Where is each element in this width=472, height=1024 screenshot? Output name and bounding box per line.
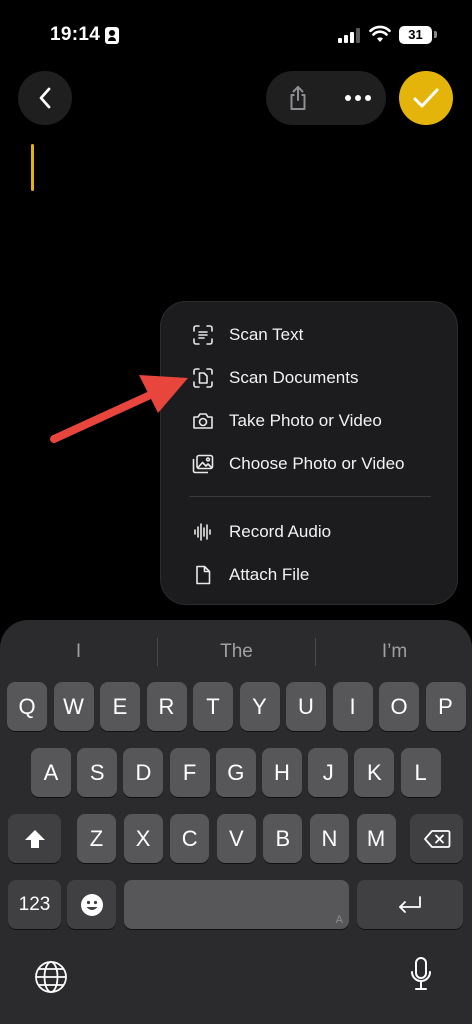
key-i[interactable]: I [332, 682, 373, 731]
suggestion-3[interactable]: I’m [316, 632, 472, 672]
key-e[interactable]: E [100, 682, 140, 731]
microphone-icon[interactable] [410, 956, 432, 992]
key-c[interactable]: C [170, 814, 210, 863]
text-cursor[interactable] [31, 144, 34, 191]
key-b[interactable]: B [263, 814, 303, 863]
status-time: 19:14 [50, 24, 101, 45]
key-j[interactable]: J [308, 748, 349, 797]
key-v[interactable]: V [216, 814, 256, 863]
suggestion-1[interactable]: I [0, 632, 157, 672]
photo-library-icon [191, 452, 215, 476]
key-g[interactable]: G [215, 748, 256, 797]
key-h[interactable]: H [262, 748, 302, 797]
attachment-menu: Scan Text Scan Documents Take Photo or V… [160, 301, 458, 605]
key-p[interactable]: P [425, 682, 466, 731]
emoji-key[interactable] [67, 880, 116, 929]
key-w[interactable]: W [53, 682, 94, 731]
delete-icon [423, 829, 450, 848]
menu-label: Choose Photo or Video [229, 454, 405, 473]
menu-item-attach-file[interactable]: Attach File [161, 555, 459, 595]
key-n[interactable]: N [310, 814, 349, 863]
menu-label: Record Audio [229, 522, 332, 541]
wifi-icon [369, 25, 391, 42]
document-icon [191, 563, 215, 587]
key-r[interactable]: R [146, 682, 187, 731]
key-u[interactable]: U [286, 682, 326, 731]
return-icon [399, 895, 421, 913]
key-f[interactable]: F [169, 748, 210, 797]
key-l[interactable]: L [400, 748, 441, 797]
toolbar-pill [266, 71, 386, 125]
emoji-icon [80, 893, 103, 916]
battery-tip [434, 31, 437, 38]
camera-icon [191, 409, 215, 433]
space-key[interactable]: A [124, 880, 349, 929]
globe-icon[interactable] [34, 960, 68, 994]
battery-icon: 31 [399, 26, 432, 44]
keyboard: I The I’m QWERTYUIOPASDFGHJKLZXCVBNM 123… [0, 620, 472, 1024]
menu-item-choose-photo[interactable]: Choose Photo or Video [161, 444, 459, 484]
menu-item-scan-documents[interactable]: Scan Documents [161, 358, 459, 398]
key-q[interactable]: Q [7, 682, 47, 731]
status-bar: 19:14 31 [0, 0, 472, 60]
key-t[interactable]: T [193, 682, 233, 731]
contact-card-icon [105, 27, 119, 44]
key-k[interactable]: K [354, 748, 395, 797]
key-x[interactable]: X [123, 814, 163, 863]
suggestion-2[interactable]: The [158, 632, 315, 672]
back-button[interactable] [18, 71, 72, 125]
share-icon [290, 86, 306, 110]
key-o[interactable]: O [379, 682, 419, 731]
menu-label: Attach File [229, 565, 310, 584]
space-key-mark: A [335, 914, 343, 926]
cellular-signal-icon [338, 28, 360, 43]
menu-label: Take Photo or Video [229, 411, 382, 430]
menu-item-take-photo[interactable]: Take Photo or Video [161, 401, 459, 441]
more-options-button[interactable] [336, 71, 380, 125]
waveform-icon [191, 520, 215, 544]
share-button[interactable] [278, 71, 318, 125]
key-a[interactable]: A [31, 748, 71, 797]
menu-divider [189, 496, 431, 497]
shift-key[interactable] [8, 814, 61, 863]
ellipsis-icon [345, 95, 351, 101]
menu-label: Scan Documents [229, 368, 359, 387]
return-key[interactable] [357, 880, 463, 929]
menu-item-record-audio[interactable]: Record Audio [161, 512, 459, 552]
checkmark-icon [413, 88, 439, 108]
scan-text-icon [191, 323, 215, 347]
key-d[interactable]: D [123, 748, 164, 797]
key-m[interactable]: M [356, 814, 396, 863]
done-button[interactable] [399, 71, 453, 125]
key-s[interactable]: S [77, 748, 118, 797]
numbers-key[interactable]: 123 [8, 880, 61, 929]
menu-label: Scan Text [229, 325, 304, 344]
delete-key[interactable] [410, 814, 463, 863]
key-y[interactable]: Y [239, 682, 280, 731]
chevron-left-icon [39, 87, 51, 109]
menu-item-scan-text[interactable]: Scan Text [161, 315, 459, 355]
shift-icon [24, 829, 45, 848]
scan-document-icon [191, 366, 215, 390]
key-z[interactable]: Z [77, 814, 116, 863]
